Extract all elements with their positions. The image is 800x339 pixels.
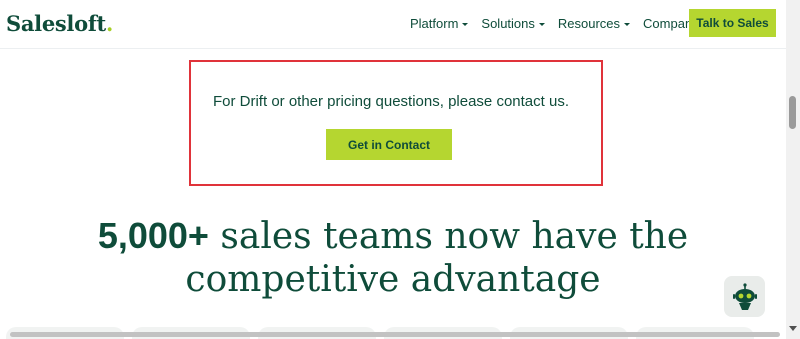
talk-to-sales-button[interactable]: Talk to Sales <box>689 9 776 37</box>
get-in-contact-button[interactable]: Get in Contact <box>326 129 452 160</box>
vertical-scroll-thumb[interactable] <box>789 96 796 129</box>
nav-label-platform: Platform <box>410 16 459 31</box>
horizontal-scroll-thumb[interactable] <box>10 332 780 337</box>
horizontal-scrollbar[interactable] <box>0 330 786 339</box>
page-headline: 5,000+ sales teams now have the competit… <box>0 214 786 301</box>
nav-item-resources[interactable]: Resources <box>557 16 631 31</box>
nav-item-platform[interactable]: Platform <box>410 16 469 31</box>
headline-stat: 5,000+ <box>97 215 209 256</box>
caret-down-icon <box>624 22 631 26</box>
robot-chat-icon <box>732 282 757 310</box>
vertical-scrollbar[interactable] <box>786 0 800 339</box>
site-header: Salesloft. Platform Solutions Resources … <box>0 0 786 49</box>
nav-label-solutions: Solutions <box>481 16 535 31</box>
nav-label-resources: Resources <box>557 16 621 31</box>
main-nav: Platform Solutions Resources Company <box>410 16 722 31</box>
headline-line1: sales teams now have the <box>208 216 689 257</box>
logo-dot: . <box>105 11 113 36</box>
caret-down-icon <box>538 22 545 26</box>
scroll-down-arrow-icon[interactable] <box>789 326 797 331</box>
pricing-contact-callout: For Drift or other pricing questions, pl… <box>189 60 603 186</box>
caret-down-icon <box>462 22 469 26</box>
pricing-contact-text: For Drift or other pricing questions, pl… <box>212 93 569 110</box>
nav-item-solutions[interactable]: Solutions <box>481 16 545 31</box>
salesloft-logo[interactable]: Salesloft. <box>6 11 113 36</box>
chat-launcher-button[interactable] <box>724 276 765 317</box>
headline-line2: competitive advantage <box>185 259 601 300</box>
page: Salesloft. Platform Solutions Resources … <box>0 0 800 339</box>
logo-text: Salesloft <box>6 11 106 36</box>
